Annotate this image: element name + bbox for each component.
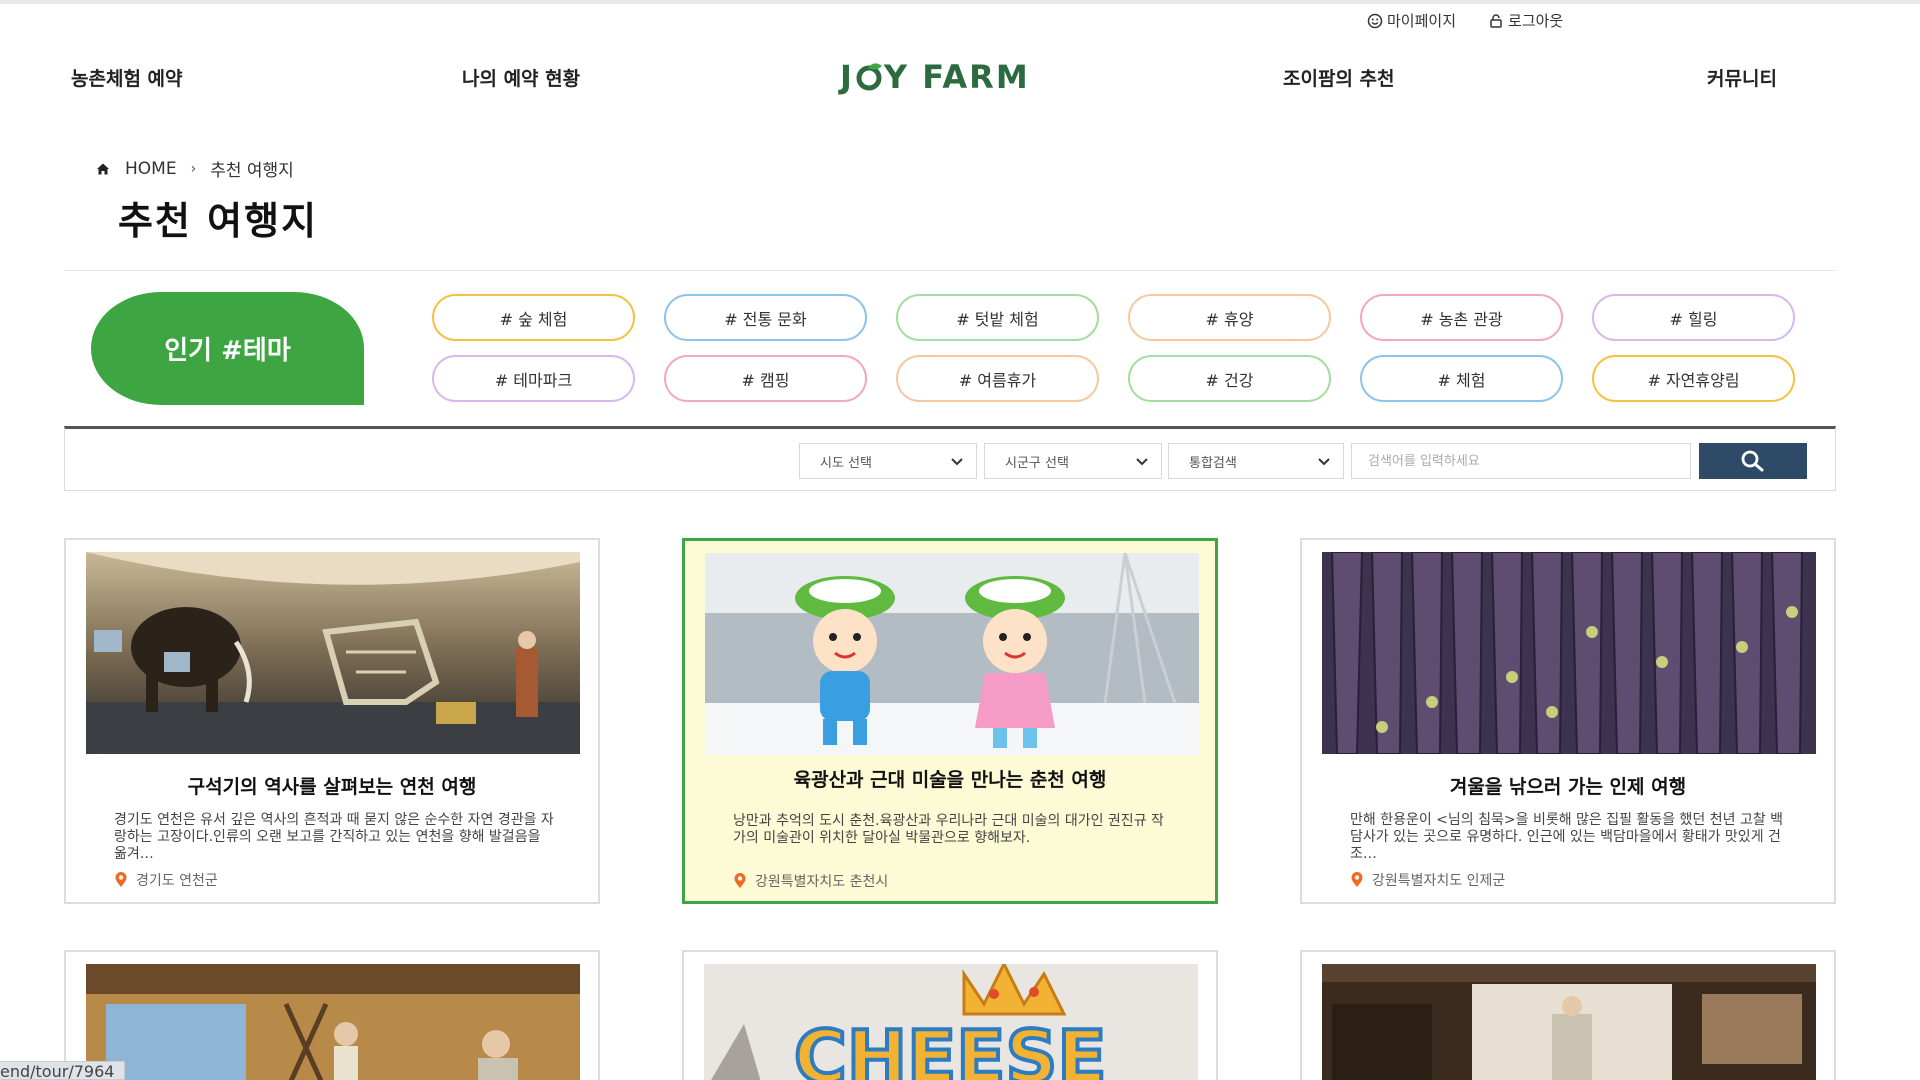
search-icon: [1741, 450, 1764, 472]
nav-reservation[interactable]: 농촌체험 예약: [71, 64, 183, 91]
mypage-link[interactable]: 마이페이지: [1367, 10, 1456, 31]
joyfarm-logo[interactable]: J Y FARM: [840, 58, 1030, 96]
search-input[interactable]: [1351, 443, 1691, 479]
divider: [64, 270, 1836, 271]
card-title: 육광산과 근대 미술을 만나는 춘천 여행: [793, 769, 1107, 791]
lock-icon: [1490, 13, 1502, 28]
logo-text-prefix: J: [840, 58, 854, 96]
chevron-down-icon: [1136, 458, 1148, 466]
card-location: 강원특별자치도 춘천시: [733, 871, 888, 891]
top-border: [0, 0, 1920, 4]
breadcrumb-current: 추천 여행지: [210, 161, 294, 181]
smile-icon: [1367, 13, 1383, 28]
card-thumbnail-mascots: [705, 553, 1199, 755]
breadcrumb: HOME › 추천 여행지: [95, 156, 294, 181]
theme-tag[interactable]: # 전통 문화: [664, 294, 867, 341]
card-description: 경기도 연천은 유서 깊은 역사의 흔적과 때 묻지 않은 순수한 자연 경관을…: [114, 812, 554, 862]
card-description: 만해 한용운이 <님의 침묵>을 비롯해 많은 집필 활동을 했던 천년 고찰 …: [1350, 812, 1784, 862]
main-nav: 농촌체험 예약 나의 예약 현황 J Y FARM 조이팜의 추천 커뮤니티: [0, 58, 1920, 98]
sido-select-value: 시도 선택: [820, 455, 872, 471]
card-location-text: 경기도 연천군: [136, 873, 218, 889]
theme-tag[interactable]: # 숲 체험: [432, 294, 635, 341]
breadcrumb-home[interactable]: HOME: [125, 159, 177, 179]
leaf-o-icon: [854, 62, 884, 92]
search-type-value: 통합검색: [1189, 455, 1237, 471]
recommend-card[interactable]: [1300, 950, 1836, 1080]
nav-recommend[interactable]: 조이팜의 추천: [1283, 64, 1395, 91]
recommend-card[interactable]: 구석기의 역사를 살펴보는 연천 여행 경기도 연천은 유서 깊은 역사의 흔적…: [64, 538, 600, 904]
recommend-card[interactable]: CHEESE: [682, 950, 1218, 1080]
card-thumbnail-cheese: CHEESE: [704, 964, 1198, 1080]
logout-label: 로그아웃: [1508, 12, 1564, 30]
theme-tag-list: # 숲 체험 # 전통 문화 # 텃밭 체험 # 휴양 # 농촌 관광 # 힐링…: [432, 294, 1795, 402]
nav-community[interactable]: 커뮤니티: [1707, 64, 1777, 91]
card-thumbnail-dried-fish: [1322, 552, 1816, 754]
recommend-card[interactable]: [64, 950, 600, 1080]
location-pin-icon: [115, 872, 127, 887]
search-panel: 시도 선택 시군구 선택 통합검색: [64, 426, 1836, 491]
utility-links: 마이페이지 로그아웃: [1367, 10, 1563, 31]
card-title: 구석기의 역사를 살펴보는 연천 여행: [187, 776, 477, 798]
card-location-text: 강원특별자치도 춘천시: [755, 874, 889, 890]
mypage-label: 마이페이지: [1387, 12, 1457, 30]
chevron-right-icon: ›: [190, 160, 197, 177]
popular-theme-badge: 인기 #테마: [91, 292, 364, 405]
nav-my-reservations[interactable]: 나의 예약 현황: [462, 64, 580, 91]
cheese-sign-text: CHEESE: [794, 1015, 1107, 1080]
sigungu-select-value: 시군구 선택: [1005, 455, 1069, 471]
theme-tag[interactable]: # 힐링: [1592, 294, 1795, 341]
theme-tag[interactable]: # 텃밭 체험: [896, 294, 1099, 341]
recommend-card[interactable]: 육광산과 근대 미술을 만나는 춘천 여행 낭만과 추억의 도시 춘천.육광산과…: [682, 538, 1218, 904]
card-thumbnail-museum: [86, 552, 580, 754]
theme-tag[interactable]: # 여름휴가: [896, 355, 1099, 402]
sigungu-select[interactable]: 시군구 선택: [984, 443, 1162, 479]
page-title: 추천 여행지: [118, 199, 319, 243]
theme-tag[interactable]: # 휴양: [1128, 294, 1331, 341]
sido-select[interactable]: 시도 선택: [799, 443, 977, 479]
card-description: 낭만과 추억의 도시 춘천.육광산과 우리나라 근대 미술의 대가인 권진규 작…: [733, 813, 1164, 846]
theme-tag[interactable]: # 자연휴양림: [1592, 355, 1795, 402]
card-thumbnail-folk-exhibit: [86, 964, 580, 1080]
status-bar-url: end/tour/7964: [0, 1061, 126, 1080]
chevron-down-icon: [951, 458, 963, 466]
location-pin-icon: [734, 873, 746, 888]
search-type-select[interactable]: 통합검색: [1168, 443, 1344, 479]
card-thumbnail-exhibit-hall: [1322, 964, 1816, 1080]
logo-text-suffix: Y FARM: [883, 58, 1030, 96]
card-title: 겨울을 낚으러 가는 인제 여행: [1449, 776, 1687, 798]
location-pin-icon: [1351, 872, 1363, 887]
search-button[interactable]: [1699, 443, 1807, 479]
recommend-card[interactable]: 겨울을 낚으러 가는 인제 여행 만해 한용운이 <님의 침묵>을 비롯해 많은…: [1300, 538, 1836, 904]
theme-tag[interactable]: # 체험: [1360, 355, 1563, 402]
theme-tag[interactable]: # 농촌 관광: [1360, 294, 1563, 341]
card-location: 경기도 연천군: [114, 870, 218, 890]
chevron-down-icon: [1318, 458, 1330, 466]
home-icon[interactable]: [95, 161, 111, 177]
card-location-text: 강원특별자치도 인제군: [1372, 873, 1506, 889]
theme-tag[interactable]: # 캠핑: [664, 355, 867, 402]
logout-link[interactable]: 로그아웃: [1488, 10, 1563, 31]
card-location: 강원특별자치도 인제군: [1350, 870, 1505, 890]
theme-tag[interactable]: # 건강: [1128, 355, 1331, 402]
theme-tag[interactable]: # 테마파크: [432, 355, 635, 402]
